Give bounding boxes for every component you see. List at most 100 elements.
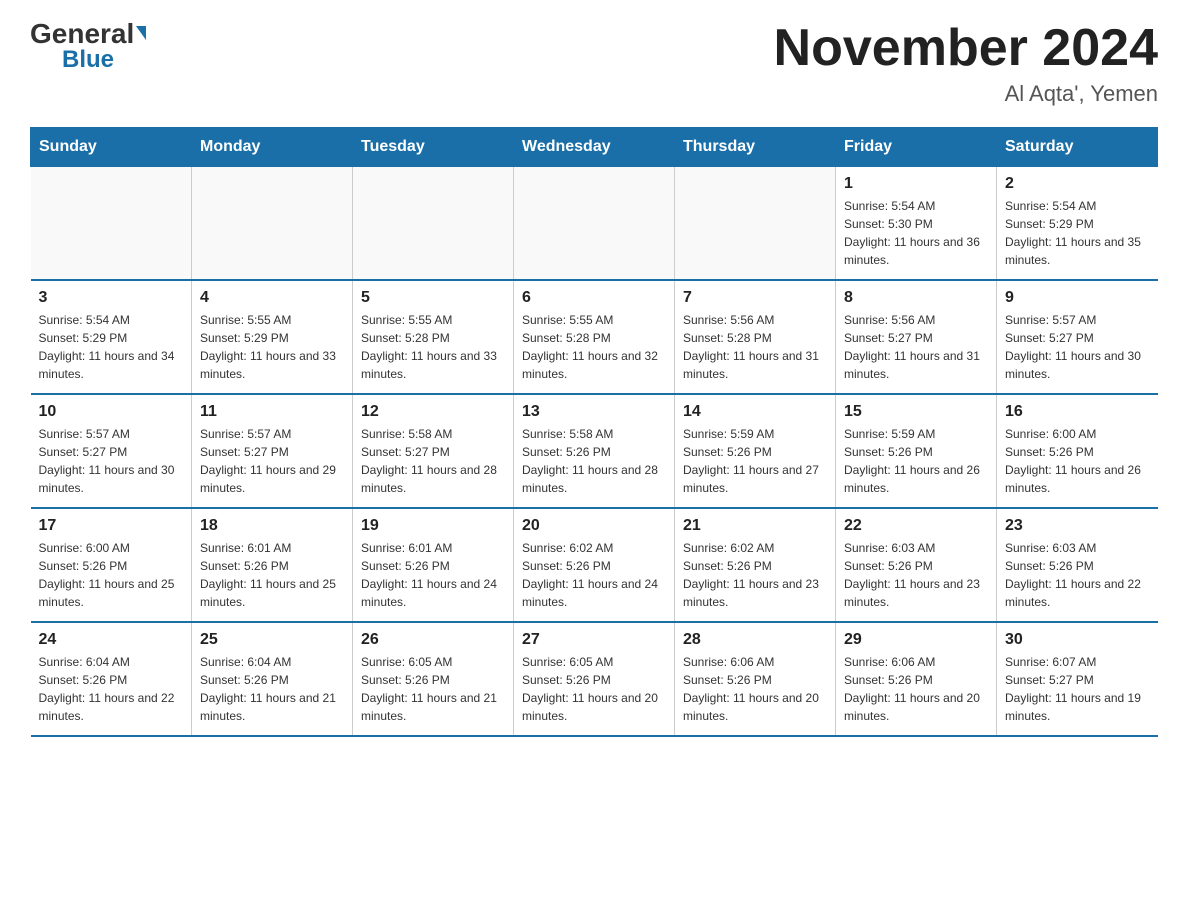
day-info: Sunrise: 6:03 AMSunset: 5:26 PMDaylight:… (844, 539, 988, 611)
day-info: Sunrise: 6:04 AMSunset: 5:26 PMDaylight:… (200, 653, 344, 725)
calendar-day-cell: 10Sunrise: 5:57 AMSunset: 5:27 PMDayligh… (31, 394, 192, 508)
day-number: 22 (844, 517, 988, 535)
calendar-day-cell: 18 Sunrise: 6:01 AMSunset: 5:26 PMDayligh… (192, 508, 353, 622)
calendar-day-cell (353, 167, 514, 281)
title-block: November 2024 Al Aqta', Yemen (774, 20, 1158, 107)
day-info: Sunrise: 5:55 AMSunset: 5:28 PMDaylight:… (522, 311, 666, 383)
calendar-week-row: 24 Sunrise: 6:04 AMSunset: 5:26 PMDayligh… (31, 622, 1158, 736)
calendar-day-cell: 22 Sunrise: 6:03 AMSunset: 5:26 PMDayligh… (836, 508, 997, 622)
calendar-day-cell (192, 167, 353, 281)
day-info: Sunrise: 5:59 AMSunset: 5:26 PMDaylight:… (844, 425, 988, 497)
day-info: Sunrise: 6:07 AMSunset: 5:27 PMDaylight:… (1005, 653, 1150, 725)
calendar-day-cell: 3 Sunrise: 5:54 AMSunset: 5:29 PMDaylight… (31, 280, 192, 394)
calendar-day-cell: 24 Sunrise: 6:04 AMSunset: 5:26 PMDayligh… (31, 622, 192, 736)
day-of-week-header: Thursday (675, 128, 836, 167)
day-number: 25 (200, 631, 344, 649)
day-number: 10 (39, 403, 184, 421)
day-number: 23 (1005, 517, 1150, 535)
calendar-day-cell: 1 Sunrise: 5:54 AMSunset: 5:30 PMDaylight… (836, 167, 997, 281)
day-number: 6 (522, 289, 666, 307)
calendar-day-cell: 5 Sunrise: 5:55 AMSunset: 5:28 PMDaylight… (353, 280, 514, 394)
calendar-day-cell: 16Sunrise: 6:00 AMSunset: 5:26 PMDayligh… (997, 394, 1158, 508)
calendar-day-cell (31, 167, 192, 281)
logo-triangle-icon (136, 26, 146, 40)
day-number: 4 (200, 289, 344, 307)
calendar-day-cell: 8 Sunrise: 5:56 AMSunset: 5:27 PMDaylight… (836, 280, 997, 394)
day-info: Sunrise: 6:02 AMSunset: 5:26 PMDaylight:… (522, 539, 666, 611)
day-info: Sunrise: 6:06 AMSunset: 5:26 PMDaylight:… (683, 653, 827, 725)
month-title: November 2024 (774, 20, 1158, 77)
day-info: Sunrise: 5:57 AMSunset: 5:27 PMDaylight:… (200, 425, 344, 497)
day-number: 13 (522, 403, 666, 421)
day-info: Sunrise: 6:04 AMSunset: 5:26 PMDaylight:… (39, 653, 184, 725)
day-info: Sunrise: 5:56 AMSunset: 5:27 PMDaylight:… (844, 311, 988, 383)
day-info: Sunrise: 6:06 AMSunset: 5:26 PMDaylight:… (844, 653, 988, 725)
logo-blue-text: Blue (62, 48, 114, 72)
calendar-day-cell (514, 167, 675, 281)
day-number: 20 (522, 517, 666, 535)
calendar-day-cell (675, 167, 836, 281)
calendar-day-cell: 23Sunrise: 6:03 AMSunset: 5:26 PMDayligh… (997, 508, 1158, 622)
calendar-day-cell: 15 Sunrise: 5:59 AMSunset: 5:26 PMDayligh… (836, 394, 997, 508)
calendar-day-cell: 13 Sunrise: 5:58 AMSunset: 5:26 PMDayligh… (514, 394, 675, 508)
calendar-day-cell: 6 Sunrise: 5:55 AMSunset: 5:28 PMDaylight… (514, 280, 675, 394)
days-row: SundayMondayTuesdayWednesdayThursdayFrid… (31, 128, 1158, 167)
day-number: 17 (39, 517, 184, 535)
day-of-week-header: Tuesday (353, 128, 514, 167)
calendar-body: 1 Sunrise: 5:54 AMSunset: 5:30 PMDaylight… (31, 167, 1158, 737)
day-number: 30 (1005, 631, 1150, 649)
calendar-day-cell: 7 Sunrise: 5:56 AMSunset: 5:28 PMDaylight… (675, 280, 836, 394)
day-number: 11 (200, 403, 344, 421)
day-info: Sunrise: 5:58 AMSunset: 5:26 PMDaylight:… (522, 425, 666, 497)
day-number: 29 (844, 631, 988, 649)
day-info: Sunrise: 5:58 AMSunset: 5:27 PMDaylight:… (361, 425, 505, 497)
day-number: 9 (1005, 289, 1150, 307)
day-number: 26 (361, 631, 505, 649)
calendar-day-cell: 20 Sunrise: 6:02 AMSunset: 5:26 PMDayligh… (514, 508, 675, 622)
day-info: Sunrise: 5:54 AMSunset: 5:29 PMDaylight:… (39, 311, 184, 383)
day-of-week-header: Sunday (31, 128, 192, 167)
calendar-table: SundayMondayTuesdayWednesdayThursdayFrid… (30, 127, 1158, 737)
day-number: 14 (683, 403, 827, 421)
calendar-week-row: 1 Sunrise: 5:54 AMSunset: 5:30 PMDaylight… (31, 167, 1158, 281)
calendar-day-cell: 9Sunrise: 5:57 AMSunset: 5:27 PMDaylight… (997, 280, 1158, 394)
day-info: Sunrise: 5:55 AMSunset: 5:29 PMDaylight:… (200, 311, 344, 383)
day-info: Sunrise: 6:01 AMSunset: 5:26 PMDaylight:… (200, 539, 344, 611)
calendar-day-cell: 14 Sunrise: 5:59 AMSunset: 5:26 PMDayligh… (675, 394, 836, 508)
day-info: Sunrise: 6:00 AMSunset: 5:26 PMDaylight:… (39, 539, 184, 611)
day-number: 8 (844, 289, 988, 307)
calendar-day-cell: 26 Sunrise: 6:05 AMSunset: 5:26 PMDayligh… (353, 622, 514, 736)
calendar-day-cell: 17 Sunrise: 6:00 AMSunset: 5:26 PMDayligh… (31, 508, 192, 622)
day-info: Sunrise: 6:01 AMSunset: 5:26 PMDaylight:… (361, 539, 505, 611)
day-number: 24 (39, 631, 184, 649)
day-number: 15 (844, 403, 988, 421)
day-info: Sunrise: 5:59 AMSunset: 5:26 PMDaylight:… (683, 425, 827, 497)
calendar-day-cell: 29 Sunrise: 6:06 AMSunset: 5:26 PMDayligh… (836, 622, 997, 736)
calendar-day-cell: 30 Sunrise: 6:07 AMSunset: 5:27 PMDayligh… (997, 622, 1158, 736)
day-number: 18 (200, 517, 344, 535)
day-info: Sunrise: 5:55 AMSunset: 5:28 PMDaylight:… (361, 311, 505, 383)
day-of-week-header: Wednesday (514, 128, 675, 167)
day-info: Sunrise: 5:56 AMSunset: 5:28 PMDaylight:… (683, 311, 827, 383)
calendar-week-row: 3 Sunrise: 5:54 AMSunset: 5:29 PMDaylight… (31, 280, 1158, 394)
day-number: 7 (683, 289, 827, 307)
calendar-week-row: 10 Sunrise: 5:57 AMSunset: 5:27 PMDayligh… (31, 394, 1158, 508)
day-number: 16 (1005, 403, 1150, 421)
calendar-day-cell: 27Sunrise: 6:05 AMSunset: 5:26 PMDayligh… (514, 622, 675, 736)
calendar-day-cell: 19 Sunrise: 6:01 AMSunset: 5:26 PMDayligh… (353, 508, 514, 622)
logo: General Blue (30, 20, 146, 72)
calendar-day-cell: 28Sunrise: 6:06 AMSunset: 5:26 PMDayligh… (675, 622, 836, 736)
calendar-week-row: 17 Sunrise: 6:00 AMSunset: 5:26 PMDayligh… (31, 508, 1158, 622)
logo-general-text: General (30, 20, 134, 48)
day-of-week-header: Friday (836, 128, 997, 167)
day-number: 19 (361, 517, 505, 535)
day-info: Sunrise: 6:05 AMSunset: 5:26 PMDaylight:… (361, 653, 505, 725)
calendar-day-cell: 11 Sunrise: 5:57 AMSunset: 5:27 PMDayligh… (192, 394, 353, 508)
day-info: Sunrise: 5:54 AMSunset: 5:30 PMDaylight:… (844, 197, 988, 269)
day-number: 1 (844, 175, 988, 193)
day-of-week-header: Saturday (997, 128, 1158, 167)
day-number: 3 (39, 289, 184, 307)
day-info: Sunrise: 6:02 AMSunset: 5:26 PMDaylight:… (683, 539, 827, 611)
day-number: 12 (361, 403, 505, 421)
day-number: 5 (361, 289, 505, 307)
